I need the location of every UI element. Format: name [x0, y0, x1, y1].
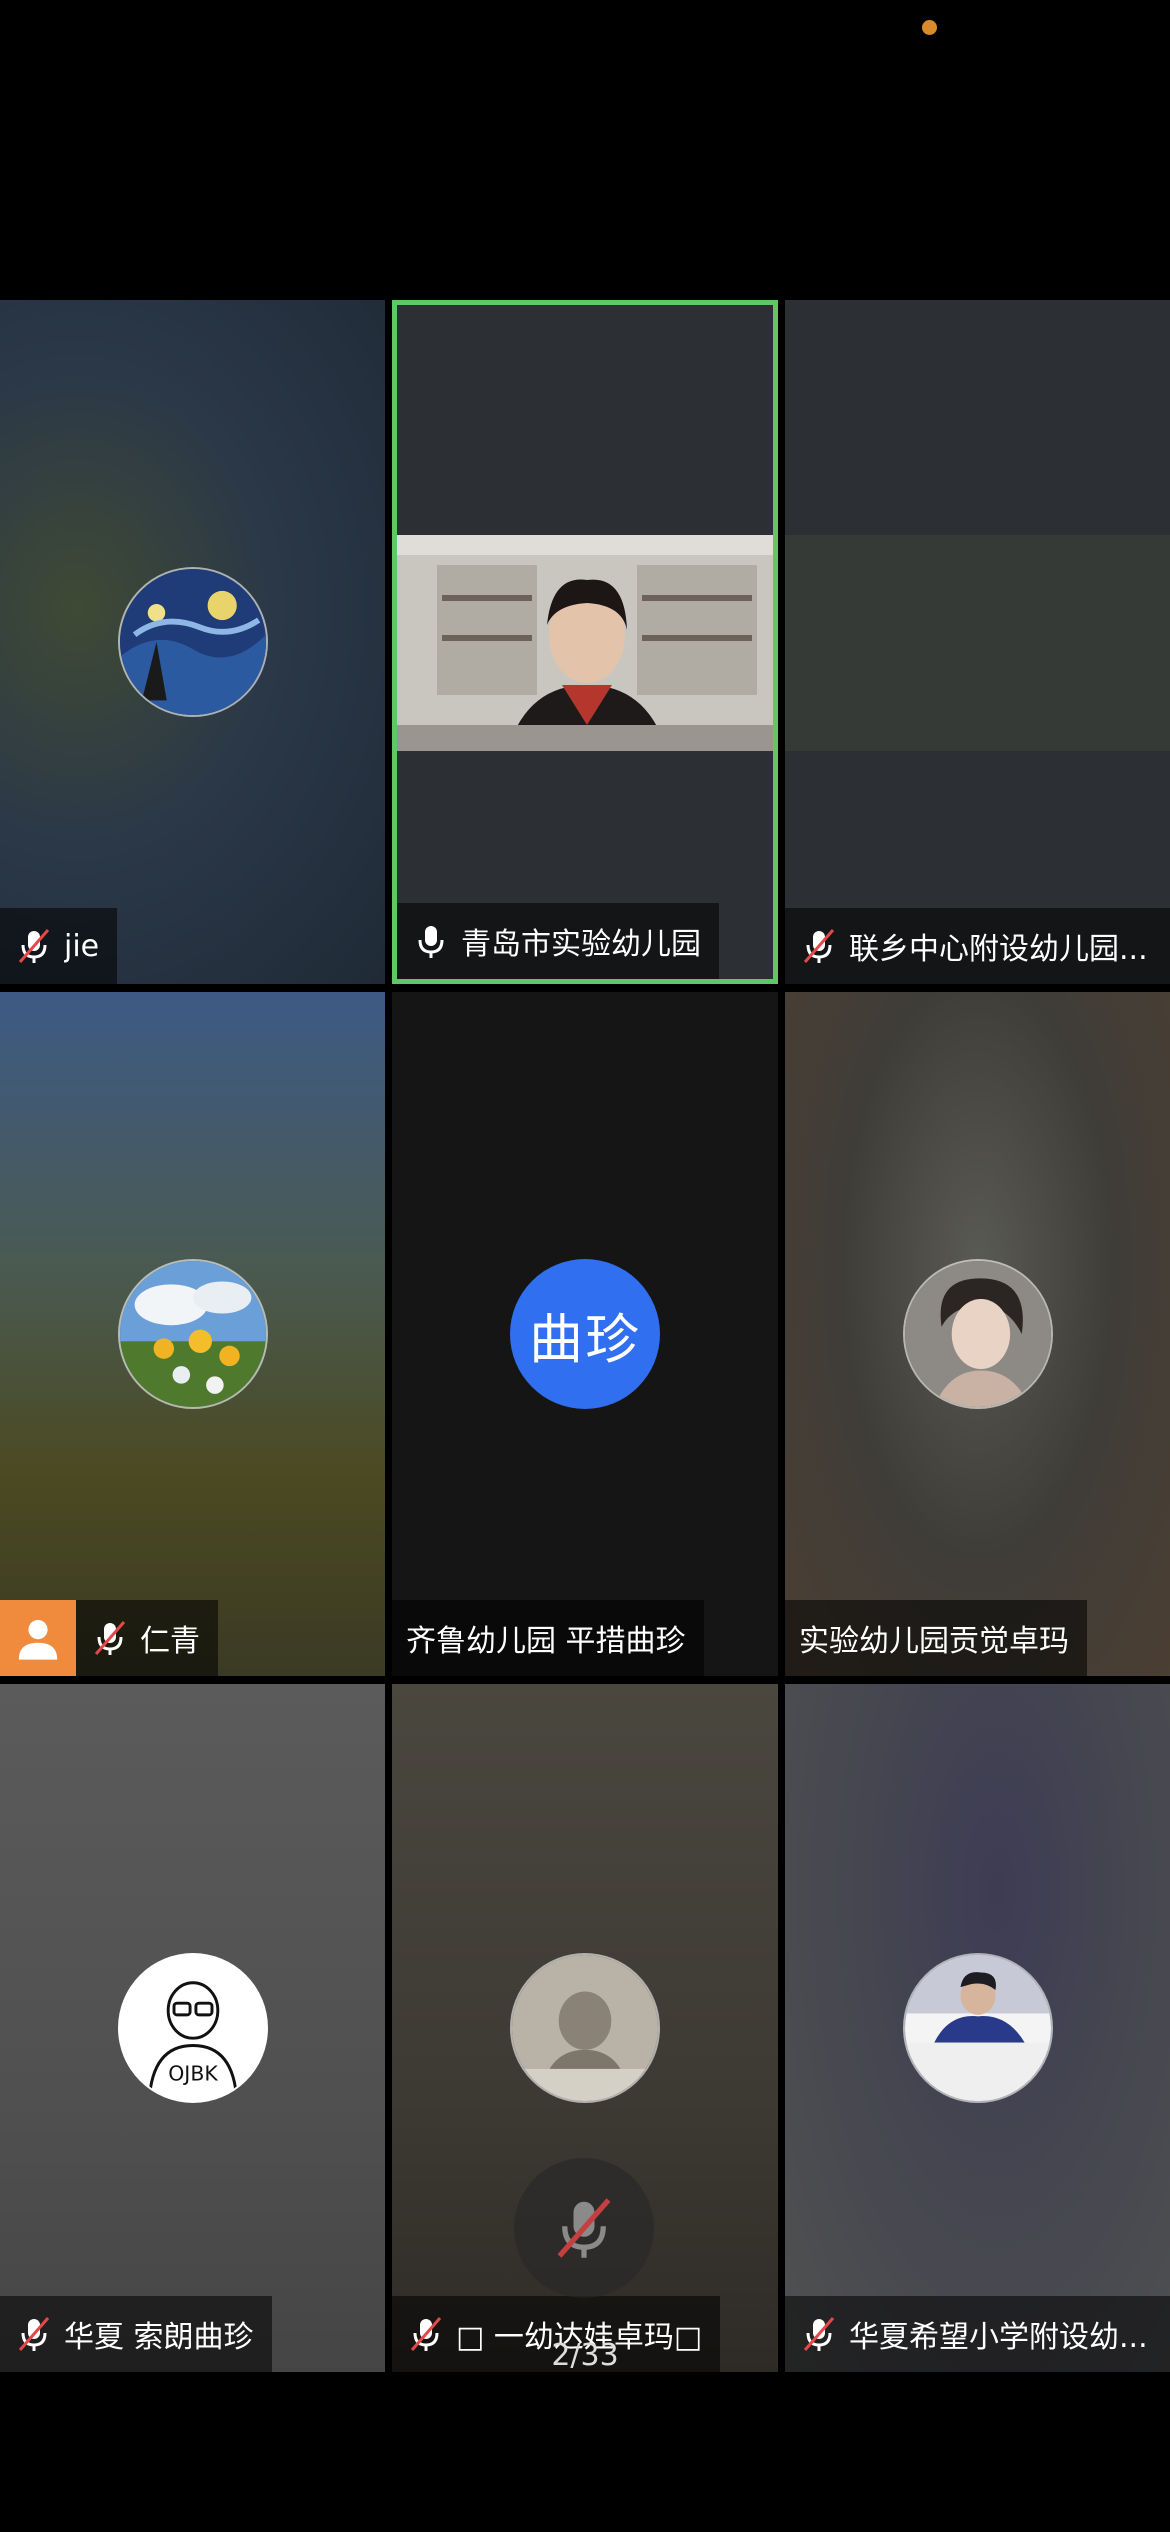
host-badge	[0, 1600, 76, 1676]
participant-video	[397, 535, 773, 751]
participant-tile[interactable]: OJBK 华夏 索朗曲珍	[0, 1684, 385, 2372]
ojbk-text: OJBK	[168, 2062, 218, 2086]
participant-name-tag: 联乡中心附设幼儿园...	[785, 908, 1170, 984]
participant-name: 仁青	[140, 1624, 200, 1659]
person-icon	[18, 1620, 58, 1660]
student-avatar	[902, 1953, 1053, 2103]
participant-name-tag: 青岛市实验幼儿园	[397, 903, 719, 979]
participant-tile[interactable]: 实验幼儿园贡觉卓玛	[785, 992, 1170, 1676]
participant-tile-active[interactable]: 青岛市实验幼儿园	[392, 300, 778, 984]
floating-mute-button[interactable]	[514, 2158, 654, 2298]
mic-on-icon	[411, 921, 451, 961]
page-indicator: 2/33	[551, 2338, 619, 2373]
mic-muted-icon	[557, 2198, 611, 2258]
participant-name-tag: jie	[0, 908, 118, 984]
participant-name-tag: 齐鲁幼儿园 平措曲珍	[392, 1600, 704, 1676]
mic-muted-icon	[14, 926, 54, 966]
participant-name: 实验幼儿园贡觉卓玛	[799, 1624, 1069, 1659]
participant-tile[interactable]: 仁青	[0, 992, 385, 1676]
participant-tile[interactable]: 曲珍 齐鲁幼儿园 平措曲珍	[392, 992, 778, 1676]
mic-muted-icon	[90, 1618, 130, 1658]
ojbk-avatar: OJBK	[117, 1953, 268, 2103]
status-indicator-dot	[922, 20, 937, 35]
participant-tile[interactable]: 华夏希望小学附设幼...	[785, 1684, 1170, 2372]
participant-name: jie	[64, 928, 100, 964]
portrait-avatar	[902, 1259, 1053, 1409]
participant-name: 联乡中心附设幼儿园...	[849, 932, 1148, 967]
participant-name: 青岛市实验幼儿园	[461, 927, 701, 962]
text-avatar: 曲珍	[510, 1259, 660, 1409]
participant-name-tag: 仁青	[76, 1600, 218, 1676]
starry-night-avatar	[117, 567, 268, 717]
participant-video	[785, 535, 1170, 751]
participant-name-tag: 实验幼儿园贡觉卓玛	[785, 1600, 1087, 1676]
dandelion-avatar	[117, 1259, 268, 1409]
mic-muted-icon	[799, 926, 839, 966]
participant-tile[interactable]: jie	[0, 300, 385, 984]
participant-name: 齐鲁幼儿园 平措曲珍	[406, 1624, 686, 1659]
baby-avatar	[510, 1953, 660, 2103]
participant-grid: jie 青岛市实验幼儿园 联乡中心附设幼儿园... 仁青 曲珍 齐鲁幼儿园 平措…	[0, 300, 1170, 2372]
participant-tile[interactable]: 联乡中心附设幼儿园...	[785, 300, 1170, 984]
